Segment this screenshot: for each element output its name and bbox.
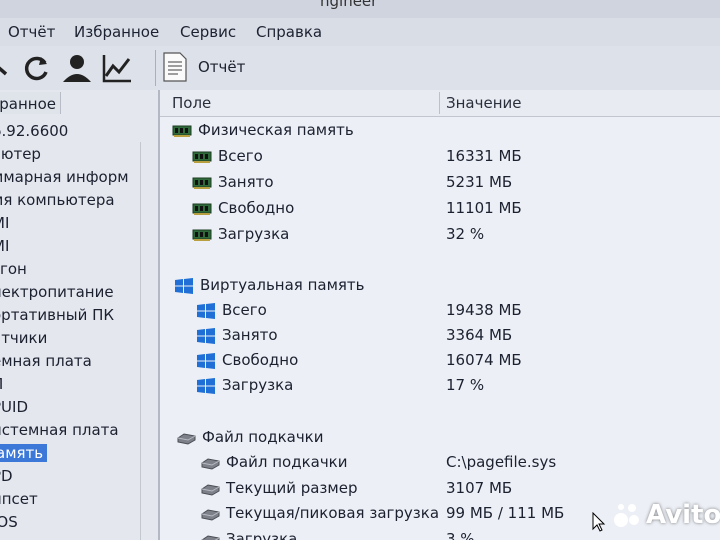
value-cell: 3107 МБ bbox=[446, 478, 513, 497]
tree-item[interactable]: амять bbox=[0, 444, 48, 462]
field-cell: Свободно bbox=[218, 199, 295, 217]
field-cell: Всего bbox=[222, 301, 267, 319]
field-cell: Занято bbox=[218, 173, 274, 191]
menu-service[interactable]: Сервис bbox=[180, 23, 236, 41]
windows-logo-icon bbox=[196, 328, 216, 344]
value-cell: 32 % bbox=[446, 225, 485, 243]
windows-logo-icon bbox=[196, 303, 216, 319]
field-cell: Занято bbox=[222, 326, 278, 344]
details-panel: Поле Значение Физическая память Всего 1633… bbox=[160, 90, 720, 540]
field-cell: Свободно bbox=[222, 351, 299, 369]
value-cell: 16331 МБ bbox=[446, 147, 522, 165]
field-cell: Текущая/пиковая загрузка bbox=[226, 504, 440, 522]
toolbar-separator bbox=[155, 50, 156, 86]
value-cell: 3364 МБ bbox=[446, 326, 513, 344]
drive-icon bbox=[200, 455, 220, 471]
value-cell: 5231 МБ bbox=[446, 173, 513, 191]
value-cell: 3 % bbox=[446, 529, 475, 540]
value-cell: 99 МБ / 111 МБ bbox=[446, 504, 565, 522]
memory-module-icon bbox=[172, 123, 192, 139]
tree-item[interactable]: згон bbox=[0, 260, 27, 278]
value-cell: C:\pagefile.sys bbox=[446, 453, 557, 471]
tree-item[interactable]: мя компьютера bbox=[0, 191, 115, 209]
chart-icon[interactable] bbox=[100, 52, 134, 84]
section-title: Физическая память bbox=[198, 121, 354, 139]
toolbar bbox=[0, 46, 720, 91]
menu-bar: Отчёт Избранное Сервис Справка bbox=[0, 18, 720, 46]
tree-item[interactable]: IOS bbox=[0, 513, 18, 531]
drive-icon bbox=[200, 506, 220, 522]
tree-item[interactable]: PD bbox=[0, 467, 13, 485]
title-bar: ngineer bbox=[0, 0, 720, 18]
memory-module-icon bbox=[192, 227, 212, 243]
tree-item[interactable]: 6.92.6600 bbox=[0, 122, 68, 140]
watermark: Avito bbox=[612, 500, 720, 532]
mouse-cursor-icon bbox=[592, 511, 606, 532]
tree-item[interactable]: ортативный ПК bbox=[0, 306, 114, 324]
value-cell: 19438 МБ bbox=[446, 301, 522, 319]
column-header: Поле Значение bbox=[160, 90, 720, 117]
tree-item[interactable]: атчики bbox=[0, 329, 47, 347]
section-title: Файл подкачки bbox=[202, 428, 324, 446]
menu-report[interactable]: Отчёт bbox=[8, 23, 55, 41]
field-cell: Текущий размер bbox=[226, 478, 358, 497]
left-panel-tab[interactable]: бранное bbox=[0, 92, 61, 114]
column-field-header[interactable]: Поле bbox=[172, 94, 211, 112]
drive-icon bbox=[200, 481, 220, 497]
column-value-header[interactable]: Значение bbox=[446, 94, 522, 112]
avito-logo-icon bbox=[614, 504, 639, 527]
tree-item[interactable]: PUID bbox=[0, 398, 28, 416]
arrow-icon[interactable] bbox=[0, 52, 20, 84]
memory-module-icon bbox=[192, 149, 212, 165]
tree-item[interactable]: лектропитание bbox=[0, 283, 114, 301]
field-cell: Загрузка bbox=[218, 225, 290, 243]
window-title: ngineer bbox=[320, 0, 378, 10]
drive-icon bbox=[176, 430, 196, 446]
drive-icon bbox=[200, 532, 220, 540]
navigation-scrollbar[interactable] bbox=[140, 142, 149, 540]
tree-item[interactable]: ьютер bbox=[0, 145, 41, 163]
tree-item[interactable]: П bbox=[0, 375, 3, 393]
field-cell: Загрузка bbox=[226, 529, 298, 540]
navigation-panel: бранное 6.92.6600 ьютер ммарная информ мя к… bbox=[0, 90, 160, 540]
report-icon bbox=[163, 52, 187, 82]
windows-logo-icon bbox=[196, 378, 216, 394]
memory-module-icon bbox=[192, 175, 212, 191]
field-cell: Загрузка bbox=[222, 376, 294, 394]
tree-item[interactable]: истемная плата bbox=[0, 421, 119, 439]
section-title: Виртуальная память bbox=[200, 276, 365, 294]
watermark-text: Avito bbox=[646, 500, 720, 530]
tree-item[interactable]: ипсет bbox=[0, 490, 38, 508]
field-cell: Всего bbox=[218, 147, 263, 165]
tree-item[interactable]: ммарная информ bbox=[0, 168, 129, 186]
menu-help[interactable]: Справка bbox=[256, 23, 322, 41]
field-cell: Файл подкачки bbox=[226, 453, 348, 471]
windows-logo-icon bbox=[174, 278, 194, 294]
value-cell: 16074 МБ bbox=[446, 351, 522, 369]
column-divider[interactable] bbox=[439, 92, 440, 114]
menu-favorites[interactable]: Избранное bbox=[74, 23, 159, 41]
user-icon[interactable] bbox=[60, 52, 94, 84]
tree-item[interactable]: емная плата bbox=[0, 352, 92, 370]
windows-logo-icon bbox=[196, 353, 216, 369]
tree-item[interactable]: МI bbox=[0, 237, 9, 255]
value-cell: 17 % bbox=[446, 376, 485, 394]
value-cell: 11101 МБ bbox=[446, 199, 522, 217]
tree-item[interactable]: МI bbox=[0, 214, 9, 232]
memory-module-icon bbox=[192, 201, 212, 217]
refresh-icon[interactable] bbox=[20, 52, 54, 84]
left-panel-header: бранное bbox=[0, 95, 56, 113]
report-button-label: Отчёт bbox=[198, 58, 246, 76]
